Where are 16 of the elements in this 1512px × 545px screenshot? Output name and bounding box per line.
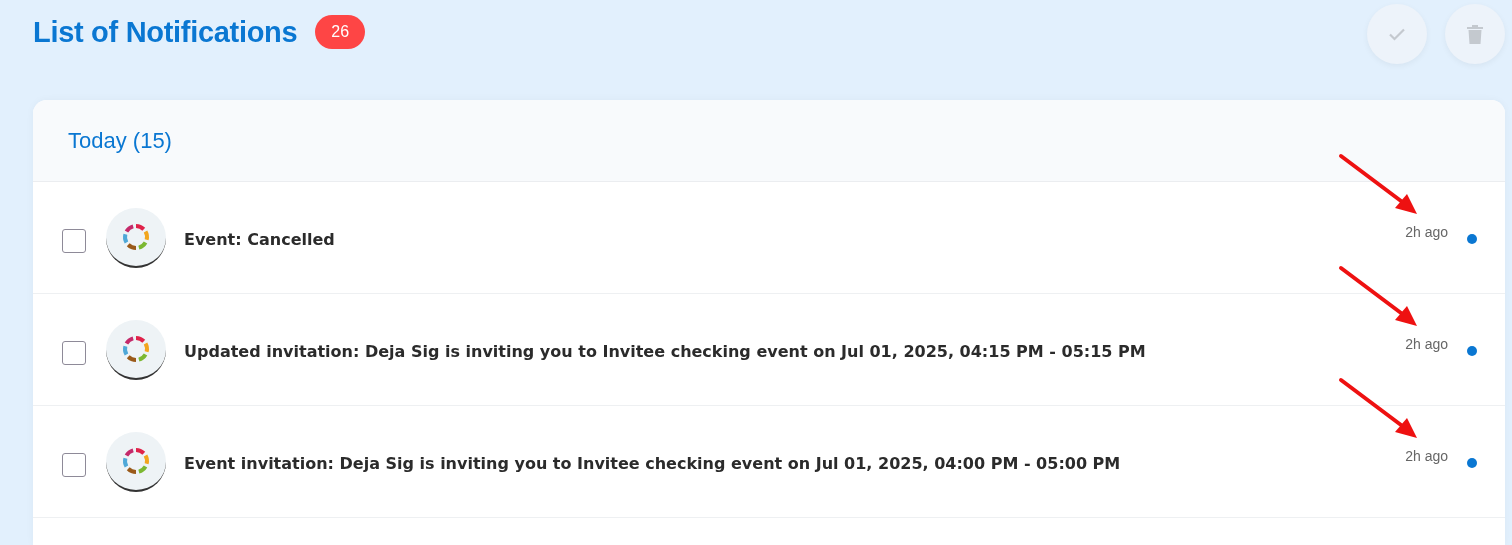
timestamp: 2h ago [1405,447,1448,464]
notification-text[interactable]: Updated invitation: Deja Sig is inviting you to Invitee checking event on Jul 01, 2025, 04:15 PM - 05:15 PM [184,342,1406,361]
ring-logo-icon [121,445,151,476]
checkbox[interactable] [62,452,86,477]
group-heading: Today (15) [68,127,172,154]
notification-text[interactable]: Event invitation: Deja Sig is inviting you to Invitee checking event on Jul 01, 2025, 04:00 PM - 05:00 PM [184,454,1406,473]
checkbox[interactable] [62,228,86,253]
timestamp: 2h ago [1405,335,1448,352]
checkbox[interactable] [62,340,86,365]
timestamp: 2h ago [1405,223,1448,240]
count-badge: 26 [315,15,366,49]
notification-text[interactable]: Event: Cancelled [184,230,1406,249]
trash-icon [1466,24,1484,44]
ring-logo-icon [121,221,151,252]
page-title: List of Notifications [33,15,298,49]
ring-logo-icon [121,333,151,364]
